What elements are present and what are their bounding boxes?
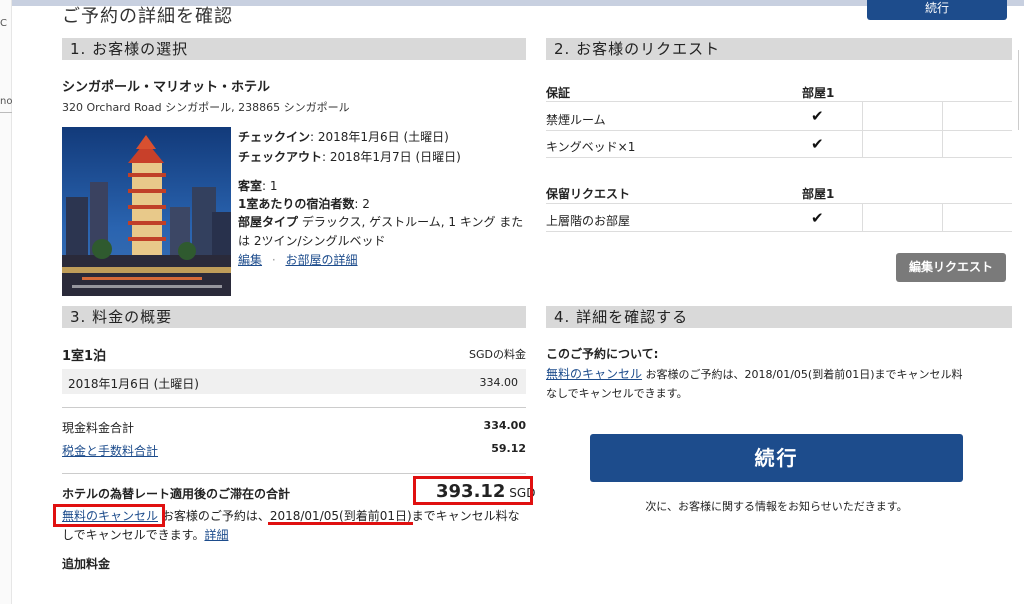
highlight-underline-date <box>268 522 413 525</box>
stay-total-label: ホテルの為替レート適用後のご滞在の合計 <box>62 487 291 501</box>
confirm-cancel-line: 無料のキャンセル お客様のご予約は、2018/01/05(到着前01日)までキャ… <box>546 367 963 381</box>
room-type-line-2: は 2ツイン/シングルベッド <box>238 234 386 248</box>
check-icon: ✔ <box>811 135 824 153</box>
rooms-line: 客室: 1 <box>238 179 278 193</box>
continue-button[interactable]: 続行 <box>590 434 963 482</box>
checkin-line: チェックイン: 2018年1月6日 (土曜日) <box>238 130 449 144</box>
cash-total-label: 現金料金合計 <box>62 421 135 435</box>
confirm-free-cancel-link[interactable]: 無料のキャンセル <box>546 367 642 381</box>
additional-charges-label: 追加料金 <box>62 557 111 571</box>
nights-label: 1室1泊 <box>62 349 107 364</box>
check-icon: ✔ <box>811 107 824 125</box>
top-continue-button[interactable]: 続行 <box>867 0 1007 20</box>
guests-line: 1室あたりの宿泊者数: 2 <box>238 197 370 211</box>
currency-label: SGDの料金 <box>469 348 526 361</box>
page-title: ご予約の詳細を確認 <box>62 6 233 27</box>
nonsmoking-label: 禁煙ルーム <box>546 113 606 127</box>
about-booking-label: このご予約について: <box>546 347 659 361</box>
checkout-line: チェックアウト: 2018年1月7日 (日曜日) <box>238 150 461 164</box>
edit-request-button[interactable]: 編集リクエスト <box>896 253 1006 282</box>
scrollbar[interactable] <box>1018 50 1024 130</box>
section-header-guest-selection: 1. お客様の選択 <box>62 38 526 60</box>
taxes-link[interactable]: 税金と手数料合計 <box>62 442 158 459</box>
cancel-policy-line-2: しでキャンセルできます。詳細 <box>62 528 229 542</box>
upper-floor-label: 上層階のお部屋 <box>546 214 631 228</box>
room-details-link[interactable]: お部屋の詳細 <box>286 253 358 267</box>
room1-header-b: 部屋1 <box>802 187 835 201</box>
guarantee-label: 保証 <box>546 86 571 100</box>
king-bed-label: キングベッド×1 <box>546 140 636 154</box>
check-icon: ✔ <box>811 209 824 227</box>
background-text: no <box>0 96 13 107</box>
highlight-box-free-cancel <box>53 504 165 527</box>
hotel-photo <box>62 127 231 296</box>
room-type-line: 部屋タイプ デラックス, ゲストルーム, 1 キング また <box>238 215 524 229</box>
cash-total-amount: 334.00 <box>483 419 526 432</box>
date-row-amount: 334.00 <box>479 376 519 389</box>
details-link[interactable]: 詳細 <box>204 528 228 542</box>
hotel-address: 320 Orchard Road シンガポール, 238865 シンガポール <box>62 101 350 114</box>
confirm-cancel-line-2: なしでキャンセルできます。 <box>546 387 688 400</box>
taxes-amount: 59.12 <box>491 442 526 455</box>
section-header-requests: 2. お客様のリクエスト <box>546 38 1012 60</box>
hotel-name: シンガポール・マリオット・ホテル <box>62 80 271 95</box>
hotel-links: 編集 · お部屋の詳細 <box>238 253 358 267</box>
room1-header: 部屋1 <box>802 86 835 100</box>
hold-request-label: 保留リクエスト <box>546 187 631 201</box>
date-row-label: 2018年1月6日 (土曜日) <box>68 377 199 391</box>
edit-link[interactable]: 編集 <box>238 253 262 267</box>
section-header-price-summary: 3. 料金の概要 <box>62 306 526 328</box>
background-text: C <box>0 18 7 29</box>
highlight-box-total <box>413 476 533 505</box>
section-header-confirm: 4. 詳細を確認する <box>546 306 1012 328</box>
next-step-note: 次に、お客様に関する情報をお知らせいただきます。 <box>645 500 908 513</box>
background-window-edge: C no <box>0 0 12 604</box>
